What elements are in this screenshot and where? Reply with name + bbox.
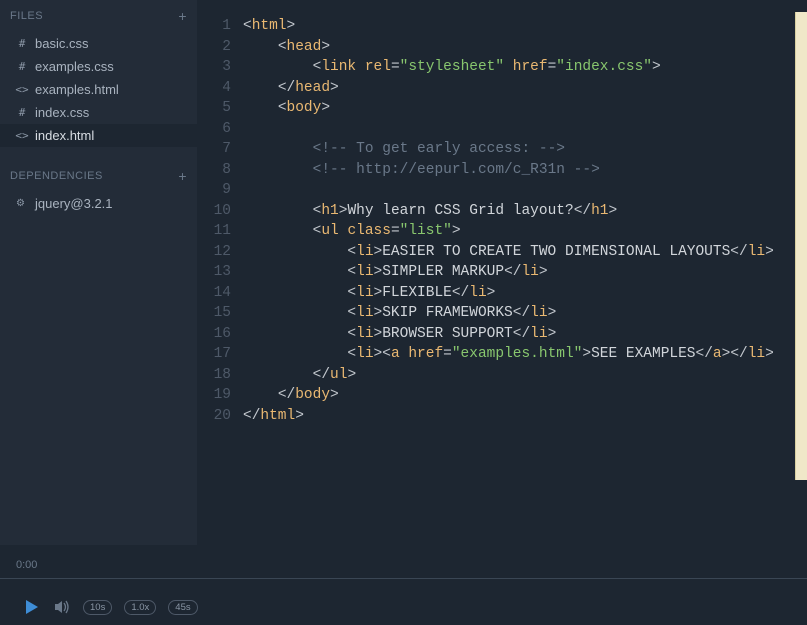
line-number: 15: [197, 303, 231, 324]
package-icon: ⚙: [16, 198, 28, 209]
code-line[interactable]: [243, 119, 807, 140]
line-number: 3: [197, 57, 231, 78]
css-file-icon: #: [16, 107, 28, 119]
code-line[interactable]: <ul class="list">: [243, 221, 807, 242]
line-number: 2: [197, 37, 231, 58]
skip-forward-button[interactable]: 45s: [168, 600, 197, 615]
file-item[interactable]: # basic.css: [0, 32, 197, 55]
code-line[interactable]: </head>: [243, 78, 807, 99]
code-line[interactable]: <!-- http://eepurl.com/c_R31n -->: [243, 160, 807, 181]
dependencies-header-label: DEPENDENCIES: [10, 170, 103, 182]
file-name: index.html: [35, 128, 94, 143]
file-name: examples.html: [35, 82, 119, 97]
line-number: 10: [197, 201, 231, 222]
playback-time: 0:00: [16, 559, 37, 571]
playback-speed-button[interactable]: 1.0x: [124, 600, 156, 615]
css-file-icon: #: [16, 38, 28, 50]
line-number: 12: [197, 242, 231, 263]
css-file-icon: #: [16, 61, 28, 73]
code-line[interactable]: <li>SIMPLER MARKUP</li>: [243, 262, 807, 283]
files-header-label: FILES: [10, 10, 43, 22]
file-item[interactable]: <> index.html: [0, 124, 197, 147]
code-content[interactable]: <html> <head> <link rel="stylesheet" hre…: [243, 16, 807, 545]
files-header: FILES +: [0, 0, 197, 32]
code-line[interactable]: </html>: [243, 406, 807, 427]
timeline-track[interactable]: [0, 578, 807, 579]
file-name: basic.css: [35, 36, 88, 51]
line-number: 8: [197, 160, 231, 181]
add-file-button[interactable]: +: [178, 8, 187, 24]
line-number: 4: [197, 78, 231, 99]
add-dependency-button[interactable]: +: [178, 168, 187, 184]
code-line[interactable]: <link rel="stylesheet" href="index.css">: [243, 57, 807, 78]
code-line[interactable]: <li>FLEXIBLE</li>: [243, 283, 807, 304]
skip-back-button[interactable]: 10s: [83, 600, 112, 615]
file-item[interactable]: # examples.css: [0, 55, 197, 78]
code-line[interactable]: <html>: [243, 16, 807, 37]
file-name: index.css: [35, 105, 89, 120]
file-item[interactable]: # index.css: [0, 101, 197, 124]
code-line[interactable]: [243, 180, 807, 201]
html-file-icon: <>: [16, 84, 28, 96]
sidebar: FILES + # basic.css # examples.css <> example…: [0, 0, 197, 545]
code-line[interactable]: <!-- To get early access: -->: [243, 139, 807, 160]
file-name: examples.css: [35, 59, 114, 74]
dependency-item[interactable]: ⚙ jquery@3.2.1: [0, 192, 197, 215]
code-line[interactable]: <li>BROWSER SUPPORT</li>: [243, 324, 807, 345]
line-number: 14: [197, 283, 231, 304]
code-editor[interactable]: 1234567891011121314151617181920 <html> <…: [197, 0, 807, 545]
dependency-name: jquery@3.2.1: [35, 196, 113, 211]
line-number: 20: [197, 406, 231, 427]
line-number: 18: [197, 365, 231, 386]
playback-bar: 0:00 10s 1.0x 45s: [0, 545, 807, 625]
file-list: # basic.css # examples.css <> examples.html # i…: [0, 32, 197, 147]
preview-pane-edge: [795, 12, 807, 480]
line-number: 7: [197, 139, 231, 160]
line-number: 6: [197, 119, 231, 140]
code-line[interactable]: <h1>Why learn CSS Grid layout?</h1>: [243, 201, 807, 222]
play-button[interactable]: [23, 598, 41, 616]
dependencies-header: DEPENDENCIES +: [0, 160, 197, 192]
code-line[interactable]: <li><a href="examples.html">SEE EXAMPLES…: [243, 344, 807, 365]
dependency-list: ⚙ jquery@3.2.1: [0, 192, 197, 215]
code-line[interactable]: </ul>: [243, 365, 807, 386]
html-file-icon: <>: [16, 130, 28, 142]
code-line[interactable]: <head>: [243, 37, 807, 58]
line-number: 19: [197, 385, 231, 406]
line-number: 9: [197, 180, 231, 201]
code-line[interactable]: </body>: [243, 385, 807, 406]
line-number: 16: [197, 324, 231, 345]
line-number: 5: [197, 98, 231, 119]
volume-icon[interactable]: [53, 598, 71, 616]
code-line[interactable]: <body>: [243, 98, 807, 119]
code-line[interactable]: <li>EASIER TO CREATE TWO DIMENSIONAL LAY…: [243, 242, 807, 263]
line-number: 11: [197, 221, 231, 242]
code-line[interactable]: <li>SKIP FRAMEWORKS</li>: [243, 303, 807, 324]
line-number-gutter: 1234567891011121314151617181920: [197, 16, 243, 545]
line-number: 13: [197, 262, 231, 283]
line-number: 1: [197, 16, 231, 37]
file-item[interactable]: <> examples.html: [0, 78, 197, 101]
line-number: 17: [197, 344, 231, 365]
